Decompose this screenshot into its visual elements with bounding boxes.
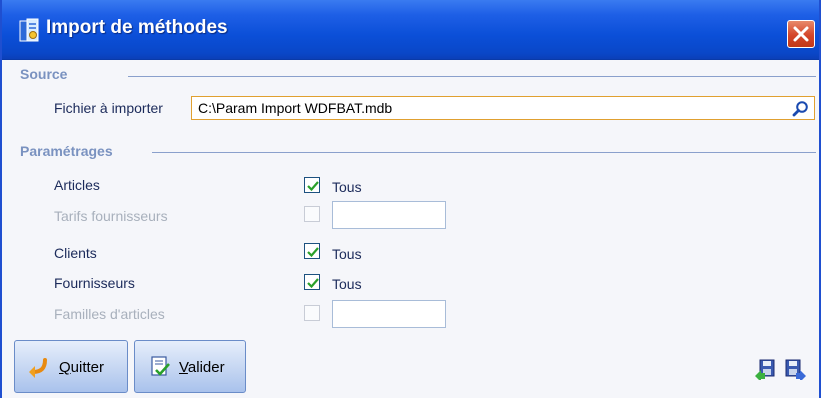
option-articles: Tous	[332, 179, 362, 195]
source-divider	[128, 76, 816, 77]
checkmark-icon	[307, 278, 319, 289]
row-label-articles: Articles	[54, 177, 100, 193]
checkbox-clients[interactable]	[304, 243, 320, 259]
row-label-clients: Clients	[54, 245, 97, 261]
row-label-fournisseurs: Fournisseurs	[54, 275, 135, 291]
close-icon	[793, 26, 809, 42]
window-title: Import de méthodes	[46, 17, 228, 38]
exit-arrow-icon	[29, 358, 47, 378]
input-tarifs-fournisseurs[interactable]	[332, 201, 446, 229]
source-section-title: Source	[20, 66, 68, 82]
input-familles-articles[interactable]	[332, 300, 446, 328]
report-icon	[19, 18, 39, 42]
checkbox-fournisseurs[interactable]	[304, 274, 320, 290]
import-window: Import de méthodes Source Fichier à impo…	[0, 0, 821, 398]
checkmark-icon	[307, 247, 319, 258]
row-label-tarifs-fournisseurs: Tarifs fournisseurs	[54, 208, 168, 224]
file-path-input[interactable]	[191, 96, 815, 120]
option-fournisseurs: Tous	[332, 276, 362, 292]
validate-button[interactable]: Valider	[134, 340, 246, 393]
save-import-icon[interactable]	[754, 358, 776, 380]
file-label: Fichier à importer	[54, 100, 163, 116]
checkbox-familles-articles[interactable]	[304, 305, 320, 321]
save-export-icon[interactable]	[784, 358, 806, 380]
checkmark-icon	[307, 181, 319, 192]
validate-doc-icon	[151, 356, 170, 376]
validate-label: Valider	[179, 359, 225, 376]
checkbox-tarifs-fournisseurs[interactable]	[304, 206, 320, 222]
settings-section-title: Paramétrages	[20, 143, 113, 159]
close-button[interactable]	[787, 20, 815, 48]
quit-label: Quitter	[59, 359, 105, 376]
checkbox-articles[interactable]	[304, 177, 320, 193]
quit-button[interactable]: Quitter	[14, 340, 128, 393]
settings-divider	[152, 152, 816, 153]
title-bar[interactable]: Import de méthodes	[2, 0, 819, 60]
dialog-content: Source Fichier à importer Paramétrages A…	[2, 60, 819, 398]
option-clients: Tous	[332, 246, 362, 262]
row-label-familles-articles: Familles d'articles	[54, 306, 165, 322]
search-icon[interactable]	[792, 100, 810, 118]
